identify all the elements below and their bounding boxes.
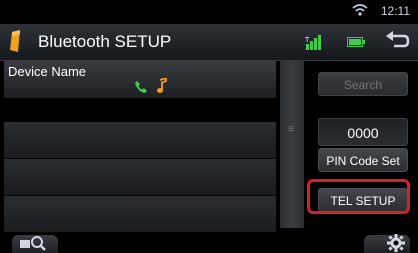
- pin-code-value: 0000: [318, 118, 408, 146]
- wifi-icon: [352, 4, 368, 16]
- device-name-label: Device Name: [8, 64, 87, 79]
- battery-icon: [347, 37, 365, 47]
- svg-text:T: T: [305, 37, 310, 44]
- scrollbar[interactable]: ≡: [280, 60, 304, 228]
- device-list-row[interactable]: [4, 121, 276, 158]
- bluetooth-badge-icon: [10, 30, 20, 52]
- device-search-icon[interactable]: [18, 234, 48, 252]
- device-list: Device Name: [4, 60, 276, 236]
- pin-code-set-button[interactable]: PIN Code Set: [318, 148, 408, 172]
- back-icon[interactable]: [382, 28, 412, 54]
- bottom-bar: [0, 233, 418, 253]
- tel-setup-highlight: [307, 179, 410, 214]
- music-note-icon: [157, 78, 167, 93]
- scroll-grip-icon: ≡: [288, 124, 294, 135]
- device-list-row[interactable]: [4, 158, 276, 195]
- search-button[interactable]: Search: [318, 72, 408, 96]
- phone-icon: [135, 81, 147, 93]
- device-list-header: Device Name: [4, 60, 276, 98]
- status-bar: 12:11: [0, 0, 418, 24]
- gear-icon[interactable]: [386, 233, 406, 253]
- signal-strength-icon: T: [305, 35, 321, 50]
- title-bar: Bluetooth SETUP T: [0, 24, 418, 61]
- device-list-row[interactable]: [4, 195, 276, 232]
- page-title: Bluetooth SETUP: [38, 32, 172, 51]
- clock: 12:11: [380, 4, 410, 18]
